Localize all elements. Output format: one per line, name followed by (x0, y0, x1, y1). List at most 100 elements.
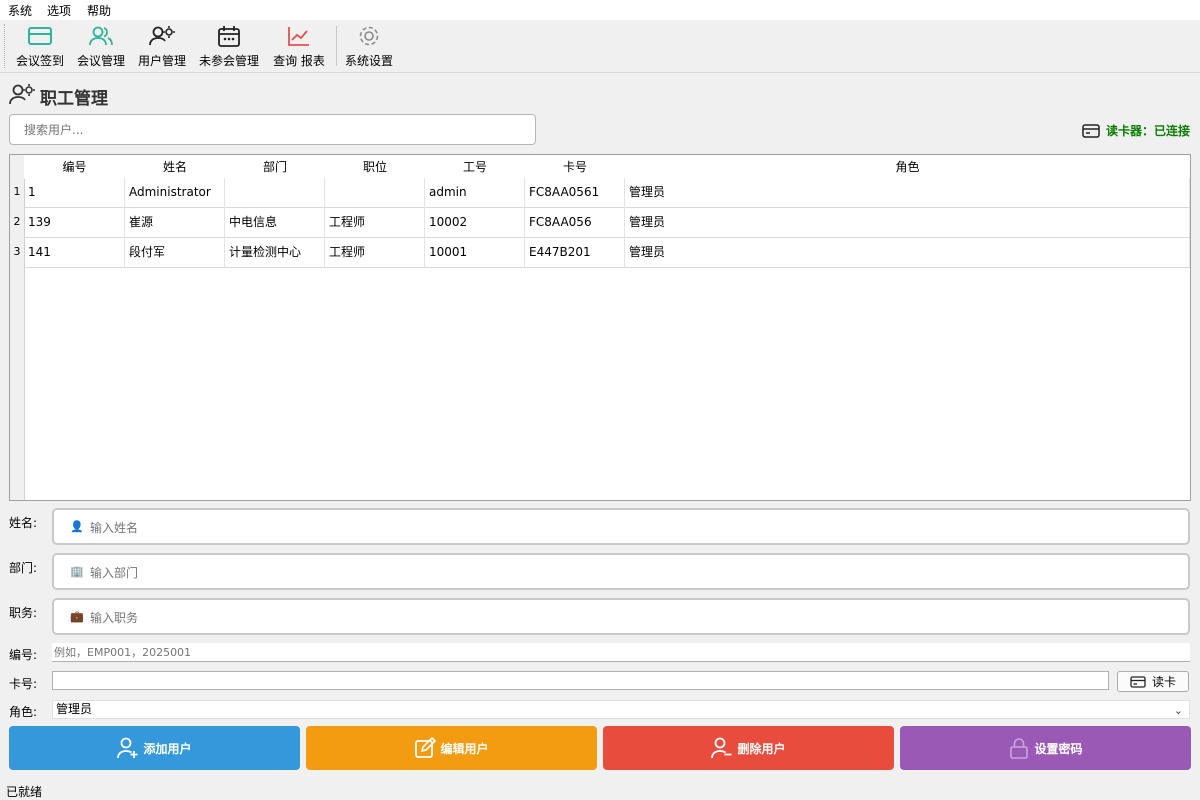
cell-name[interactable]: 崔源 (125, 208, 225, 238)
column-header-name[interactable]: 姓名 (125, 155, 226, 179)
column-header-id[interactable]: 编号 (24, 155, 126, 179)
toolbar-absent-button[interactable]: 未参会管理 (194, 22, 264, 70)
briefcase-icon: 💼 (70, 610, 84, 623)
toolbar-report-label: 查询 报表 (273, 54, 325, 68)
card-icon (28, 27, 52, 45)
reader-status-text: 读卡器：已连接 (1105, 124, 1190, 138)
toolbar-settings-label: 系统设置 (344, 54, 393, 68)
person-icon: 👤 (70, 520, 84, 533)
column-header-position[interactable]: 职位 (325, 155, 426, 179)
search-input[interactable] (9, 114, 536, 145)
card-reader-icon (1130, 675, 1146, 688)
users-icon (89, 26, 113, 46)
cell-card-no[interactable]: E447B201 (525, 238, 625, 268)
table-row[interactable]: 3 141 段付军 计量检测中心 工程师 10001 E447B201 管理员 (10, 238, 1190, 268)
toolbar-report-button[interactable]: 查询 报表 (268, 22, 330, 70)
toolbar-users-button[interactable]: 用户管理 (134, 22, 190, 70)
user-gear-icon (9, 84, 35, 105)
add-user-label: 添加用户 (143, 741, 192, 756)
position-field[interactable]: 💼 (52, 598, 1190, 635)
name-label: 姓名: (9, 516, 38, 530)
toolbar-meeting-button[interactable]: 会议管理 (72, 22, 130, 70)
read-card-label: 读卡 (1151, 675, 1176, 689)
cell-department[interactable]: 计量检测中心 (225, 238, 325, 268)
role-label: 角色: (9, 705, 38, 719)
building-icon: 🏢 (70, 565, 84, 578)
number-input[interactable] (52, 643, 1190, 662)
table-row[interactable]: 1 1 Administrator admin FC8AA0561 管理员 (10, 178, 1190, 208)
users-table[interactable]: 编号 姓名 部门 职位 工号 卡号 角色 1 1 Administrator a… (9, 154, 1191, 501)
cell-id[interactable]: 141 (24, 238, 125, 268)
user-gear-icon (149, 26, 175, 46)
cell-employee-no[interactable]: admin (425, 178, 525, 208)
role-select-value: 管理员 (56, 702, 93, 716)
column-header-employee-no[interactable]: 工号 (425, 155, 526, 179)
card-reader-icon (1082, 123, 1100, 138)
chevron-down-icon: ⌄ (1173, 704, 1183, 717)
edit-user-button[interactable]: 编辑用户 (306, 726, 597, 770)
cell-role[interactable]: 管理员 (625, 238, 1190, 268)
name-field[interactable]: 👤 (52, 508, 1190, 545)
cell-position[interactable] (325, 178, 425, 208)
chart-icon (288, 27, 309, 46)
department-field[interactable]: 🏢 (52, 553, 1190, 590)
card-label: 卡号: (9, 677, 38, 691)
menu-system[interactable]: 系统 (8, 2, 32, 19)
cell-card-no[interactable]: FC8AA056 (525, 208, 625, 238)
remove-user-icon (711, 737, 732, 759)
reader-status: 读卡器：已连接 (1082, 122, 1190, 139)
toolbar-grip[interactable] (4, 24, 7, 68)
delete-user-button[interactable]: 删除用户 (603, 726, 894, 770)
row-number: 1 (13, 185, 21, 198)
cell-name[interactable]: 段付军 (125, 238, 225, 268)
cell-employee-no[interactable]: 10001 (425, 238, 525, 268)
cell-position[interactable]: 工程师 (325, 208, 425, 238)
add-user-icon (117, 737, 138, 759)
toolbar-settings-button[interactable]: 系统设置 (342, 22, 396, 70)
page-title: 职工管理 (40, 89, 108, 109)
add-user-button[interactable]: 添加用户 (9, 726, 300, 770)
position-input[interactable] (88, 606, 1172, 630)
cell-role[interactable]: 管理员 (625, 208, 1190, 238)
column-header-department[interactable]: 部门 (225, 155, 326, 179)
cell-id[interactable]: 1 (24, 178, 125, 208)
toolbar-separator (336, 26, 337, 66)
calendar-icon (218, 26, 240, 47)
cell-position[interactable]: 工程师 (325, 238, 425, 268)
menu-options[interactable]: 选项 (47, 2, 71, 19)
edit-icon (415, 737, 437, 758)
cell-id[interactable]: 139 (24, 208, 125, 238)
cell-department[interactable] (225, 178, 325, 208)
toolbar-checkin-button[interactable]: 会议签到 (12, 22, 68, 70)
toolbar: 会议签到 会议管理 用户管理 未参会管理 查询 报表 系统设置 (0, 20, 1200, 73)
row-number: 2 (13, 215, 21, 228)
status-bar: 已就绪 (6, 785, 43, 799)
number-label: 编号: (9, 648, 38, 662)
column-header-card-no[interactable]: 卡号 (525, 155, 626, 179)
set-password-button[interactable]: 设置密码 (900, 726, 1191, 770)
cell-department[interactable]: 中电信息 (225, 208, 325, 238)
menu-help[interactable]: 帮助 (87, 2, 111, 19)
department-label: 部门: (9, 561, 38, 575)
card-input[interactable] (52, 671, 1109, 690)
read-card-button[interactable]: 读卡 (1117, 671, 1189, 692)
toolbar-meeting-label: 会议管理 (76, 54, 125, 68)
cell-name[interactable]: Administrator (125, 178, 225, 208)
name-input[interactable] (88, 516, 1172, 540)
department-input[interactable] (88, 561, 1172, 585)
position-label: 职务: (9, 606, 38, 620)
delete-user-label: 删除用户 (737, 741, 786, 756)
lock-icon (1010, 738, 1029, 759)
cell-role[interactable]: 管理员 (625, 178, 1190, 208)
cell-employee-no[interactable]: 10002 (425, 208, 525, 238)
row-number: 3 (13, 245, 21, 258)
column-header-role[interactable]: 角色 (625, 155, 1190, 179)
table-row[interactable]: 2 139 崔源 中电信息 工程师 10002 FC8AA056 管理员 (10, 208, 1190, 238)
gear-icon (359, 26, 379, 46)
menu-bar: 系统 选项 帮助 (0, 0, 1200, 20)
cell-card-no[interactable]: FC8AA0561 (525, 178, 625, 208)
toolbar-users-label: 用户管理 (137, 54, 186, 68)
edit-user-label: 编辑用户 (440, 741, 489, 756)
role-select[interactable]: 管理员 ⌄ (52, 700, 1190, 719)
set-password-label: 设置密码 (1034, 741, 1083, 756)
